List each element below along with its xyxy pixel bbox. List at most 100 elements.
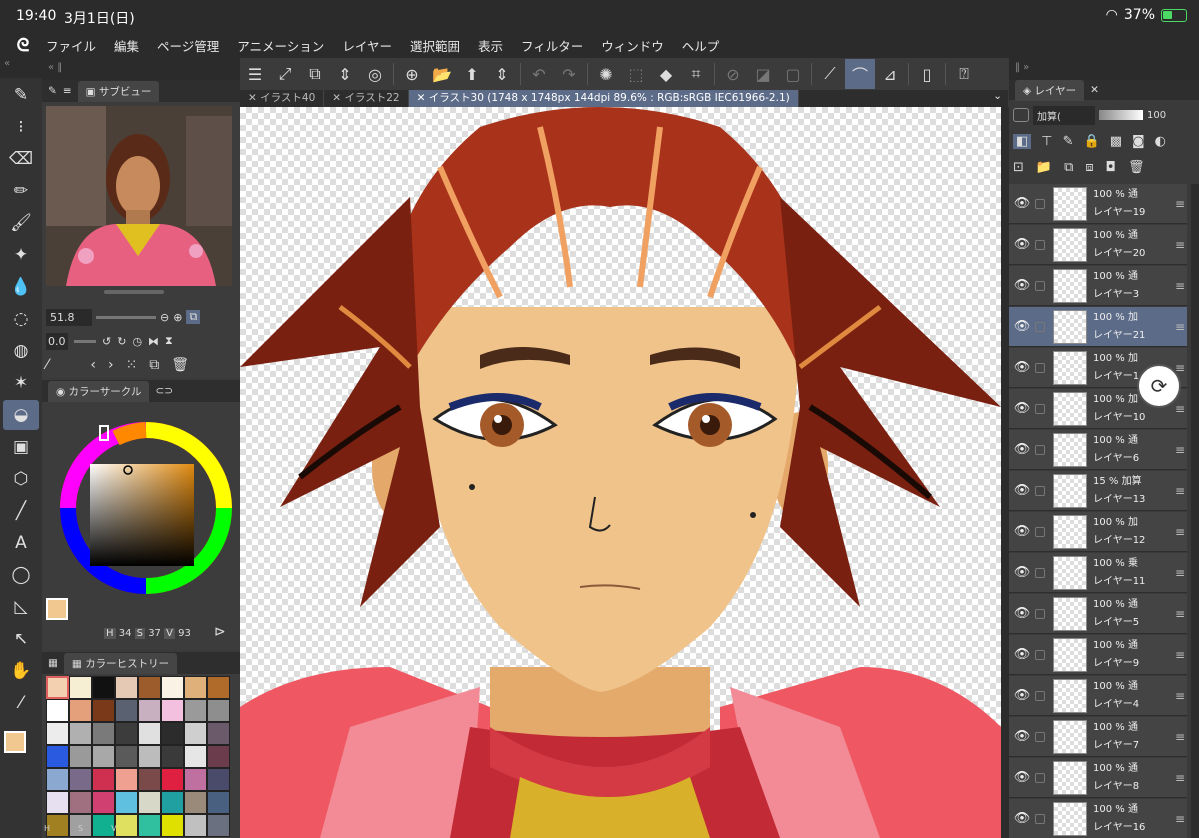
copy-layer-icon[interactable]: ⧈ [1085, 160, 1093, 175]
color-swatch[interactable] [138, 745, 161, 768]
visibility-eye-icon[interactable]: 👁 [1009, 196, 1035, 211]
color-swatch[interactable] [138, 814, 161, 837]
subview-scroll[interactable] [104, 290, 164, 294]
rotate-field[interactable]: 0.0 [46, 332, 68, 350]
layer-row[interactable]: 👁 100 % 通レイヤー5 ≡ [1009, 594, 1187, 634]
save-stepper-icon[interactable]: ⇕ [487, 59, 517, 89]
visibility-eye-icon[interactable]: 👁 [1009, 237, 1035, 252]
next-image-icon[interactable]: › [108, 357, 114, 373]
tab-color-circle[interactable]: ◉ カラーサークル [48, 380, 150, 402]
visibility-eye-icon[interactable]: 👁 [1009, 647, 1035, 662]
zoom-slider[interactable] [96, 315, 156, 319]
undo-icon[interactable]: ↶ [524, 59, 554, 89]
invert-selection-icon[interactable]: ◪ [748, 59, 778, 89]
layer-color-icon[interactable] [1013, 108, 1029, 122]
gradient-tool-icon[interactable]: ▣ [3, 432, 39, 462]
drag-handle-icon[interactable]: ≡ [1175, 689, 1187, 703]
layer-row[interactable]: 👁 100 % 通レイヤー16 ≡ [1009, 799, 1187, 838]
pen-tool-icon[interactable]: ✎ [3, 80, 39, 110]
drag-handle-icon[interactable]: ≡ [1175, 279, 1187, 293]
rotate-slider[interactable] [74, 339, 96, 343]
zoom-in-icon[interactable]: ⊕ [173, 311, 182, 324]
layer-checkbox[interactable] [1035, 813, 1045, 824]
drag-handle-icon[interactable]: ≡ [1175, 730, 1187, 744]
color-slider-tab-icon[interactable]: ⊂⊃ [155, 385, 173, 397]
color-swatch[interactable] [161, 699, 184, 722]
drag-handle-icon[interactable]: ≡ [1175, 566, 1187, 580]
layer-checkbox[interactable] [1035, 280, 1045, 291]
color-swatch[interactable] [46, 791, 69, 814]
delete-image-icon[interactable]: 🗑 [171, 357, 189, 373]
layer-checkbox[interactable] [1035, 444, 1045, 455]
visibility-eye-icon[interactable]: 👁 [1009, 483, 1035, 498]
eyedropper-tool-icon[interactable]: ⁄ [3, 688, 39, 718]
grid-view-icon[interactable]: ⁙ [126, 357, 138, 373]
main-color-swatch[interactable] [4, 731, 26, 753]
layer-row[interactable]: 👁 100 % 通レイヤー20 ≡ [1009, 225, 1187, 265]
opacity-slider[interactable] [1099, 110, 1143, 120]
color-swatch[interactable] [161, 676, 184, 699]
layer-checkbox[interactable] [1035, 362, 1045, 373]
layer-row[interactable]: 👁 100 % 通レイヤー8 ≡ [1009, 758, 1187, 798]
globe-tool-icon[interactable]: ◍ [3, 336, 39, 366]
clear-selection-icon[interactable]: ⊘ [718, 59, 748, 89]
color-swatch[interactable] [69, 722, 92, 745]
color-swatch[interactable] [69, 791, 92, 814]
canvas-scrollbar[interactable] [1001, 107, 1009, 838]
color-swatch[interactable] [207, 699, 230, 722]
layer-checkbox[interactable] [1035, 731, 1045, 742]
color-swatch[interactable] [138, 722, 161, 745]
layer-checkbox[interactable] [1035, 198, 1045, 209]
drag-handle-icon[interactable]: ≡ [1175, 525, 1187, 539]
stepper-icon[interactable]: ⇕ [330, 59, 360, 89]
menu-animation[interactable]: アニメーション [237, 36, 324, 55]
color-swatch[interactable] [115, 676, 138, 699]
dot-pen-icon[interactable]: ⁝ [3, 112, 39, 142]
visibility-eye-icon[interactable]: 👁 [1009, 401, 1035, 416]
menu-edit[interactable]: 編集 [114, 36, 139, 55]
color-swatch[interactable] [161, 814, 184, 837]
doc-tab[interactable]: ✕ イラスト40 [240, 90, 325, 107]
color-swatch[interactable] [92, 699, 115, 722]
color-swatch[interactable] [207, 791, 230, 814]
color-swatch[interactable] [138, 768, 161, 791]
color-swatch[interactable] [184, 768, 207, 791]
tabs-dropdown-icon[interactable]: ⌄ [993, 90, 1002, 102]
sparkle-tool-icon[interactable]: ✦ [3, 240, 39, 270]
color-swatch[interactable] [184, 722, 207, 745]
drawing-canvas[interactable] [240, 107, 1001, 838]
layer-row[interactable]: 👁 100 % 通レイヤー7 ≡ [1009, 717, 1187, 757]
layer-mask-icon[interactable]: ◘ [1106, 160, 1116, 175]
fit-canvas-icon[interactable]: ⤢ [270, 59, 300, 89]
color-swatch[interactable] [46, 745, 69, 768]
color-swatch[interactable] [69, 768, 92, 791]
menu-page[interactable]: ページ管理 [157, 36, 219, 55]
color-swatch[interactable] [115, 745, 138, 768]
rotate-left-icon[interactable]: ↺ [102, 335, 111, 348]
transform-icon[interactable]: ⧉ [300, 59, 330, 89]
lock-icon[interactable]: 🔒 [1084, 134, 1100, 149]
clip-icon[interactable]: ◧ [1013, 133, 1032, 149]
layer-checkbox[interactable] [1035, 690, 1045, 701]
eraser-tool-icon[interactable]: ⌫ [3, 144, 39, 174]
brush-snap-icon[interactable]: ⌒ [845, 59, 875, 89]
new-folder-icon[interactable]: 📁 [1036, 160, 1052, 175]
merge-down-icon[interactable]: ⧉ [1064, 160, 1073, 175]
color-swatch[interactable] [184, 814, 207, 837]
layer-checkbox[interactable] [1035, 526, 1045, 537]
select-all-icon[interactable]: ⬚ [621, 59, 651, 89]
balloon-tool-icon[interactable]: ◯ [3, 560, 39, 590]
rotate-canvas-button[interactable]: ⟳ [1137, 364, 1181, 408]
figure-tool-icon[interactable]: ⬡ [3, 464, 39, 494]
lock-alpha-icon[interactable]: ▩ [1110, 134, 1122, 149]
collapse-icon[interactable]: « [0, 58, 42, 78]
color-swatch[interactable] [161, 791, 184, 814]
history-icon[interactable]: ≡ [63, 85, 72, 97]
color-swatch[interactable] [138, 791, 161, 814]
line-tool-icon[interactable]: ╱ [3, 496, 39, 526]
color-swatch[interactable] [161, 722, 184, 745]
color-swatch[interactable] [184, 745, 207, 768]
layer-row[interactable]: 👁 100 % 通レイヤー6 ≡ [1009, 430, 1187, 470]
device-icon[interactable]: ▯ [912, 59, 942, 89]
save-icon[interactable]: ⬆ [457, 59, 487, 89]
